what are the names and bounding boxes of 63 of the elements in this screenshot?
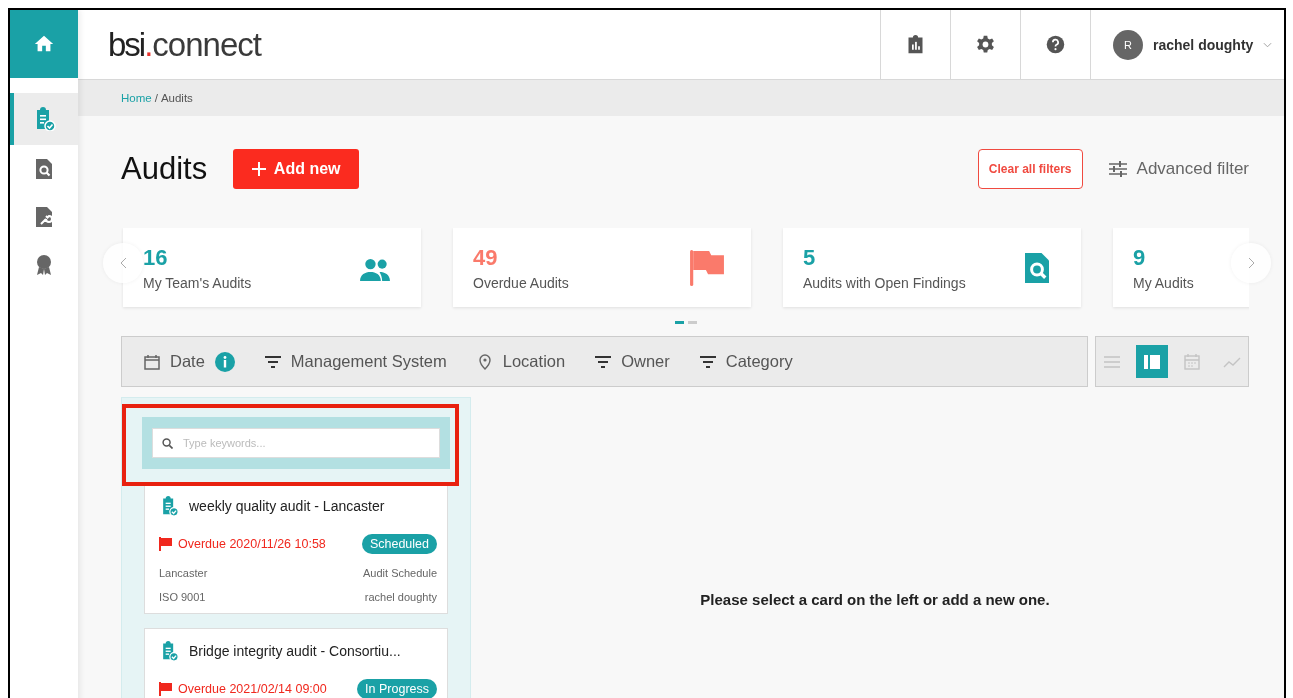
user-menu[interactable]: R rachel doughty xyxy=(1090,10,1284,79)
chevron-right-icon xyxy=(1247,257,1255,269)
due-date: Overdue 2020/11/26 10:58 xyxy=(159,537,326,551)
status-badge: In Progress xyxy=(357,679,437,698)
board-view-icon xyxy=(1143,352,1161,371)
stat-value: 5 xyxy=(803,244,817,271)
filter-dropdown[interactable]: Location xyxy=(476,352,566,371)
stat-card[interactable]: 16 My Team's Audits xyxy=(123,228,421,307)
calendar-icon xyxy=(144,353,160,370)
advanced-filter-button[interactable]: Advanced filter xyxy=(1108,159,1249,179)
audit-location: Lancaster xyxy=(159,567,208,579)
audit-owner: rachel doughty xyxy=(364,591,437,603)
due-date: Overdue 2021/02/14 09:00 xyxy=(159,682,327,696)
page-title: Audits xyxy=(121,151,208,187)
audit-standard: ISO 9001 xyxy=(159,591,206,603)
filter-dropdown[interactable]: Category xyxy=(699,352,793,371)
brand-logo: bsi.connect xyxy=(108,25,263,64)
add-new-button[interactable]: Add new xyxy=(233,149,360,189)
stat-label: Audits with Open Findings xyxy=(803,274,967,291)
audit-card[interactable]: weekly quality audit - Lancaster Overdue 2020/11/26 10:58 Scheduled Lancaster Audit Schedule ISO 9001 rachel doughty xyxy=(144,483,448,614)
filter-dropdown[interactable]: Date xyxy=(144,351,235,372)
info-icon xyxy=(214,351,235,372)
home-button[interactable] xyxy=(10,10,78,78)
location-pin-icon xyxy=(476,353,493,370)
stat-card[interactable]: 49 Overdue Audits xyxy=(453,228,751,307)
filter-icon xyxy=(699,353,716,370)
sliders-icon xyxy=(1108,161,1127,177)
audit-title: Bridge integrity audit - Consortiu... xyxy=(189,643,401,659)
audit-title: weekly quality audit - Lancaster xyxy=(189,498,385,514)
sidebar-item[interactable] xyxy=(10,93,78,145)
flag-icon xyxy=(159,537,173,551)
breadcrumb-current: Audits xyxy=(160,92,193,104)
empty-state-message: Please select a card on the left or add a new one. xyxy=(700,591,1050,610)
plus-icon xyxy=(251,162,266,176)
status-badge: Scheduled xyxy=(361,534,437,554)
stat-value: 16 xyxy=(143,244,169,271)
stat-label: My Audits xyxy=(1133,274,1195,291)
filter-dropdown[interactable]: Management System xyxy=(264,352,447,371)
stat-label: Overdue Audits xyxy=(473,274,570,291)
stat-label: My Team's Audits xyxy=(143,274,253,291)
calendar-icon xyxy=(1183,352,1201,371)
settings-icon xyxy=(975,34,996,55)
audit-type: Audit Schedule xyxy=(363,567,437,579)
audit-card[interactable]: Bridge integrity audit - Consortiu... Overdue 2021/02/14 09:00 In Progress xyxy=(144,628,448,698)
clear-filters-button[interactable]: Clear all filters xyxy=(977,149,1083,189)
user-name: rachel doughty xyxy=(1153,36,1254,53)
flag-icon xyxy=(159,682,173,696)
stat-card[interactable]: 9 My Audits xyxy=(1113,228,1249,307)
view-toggle[interactable] xyxy=(1136,345,1168,378)
filter-dropdown[interactable]: Owner xyxy=(595,352,670,371)
user-avatar: R xyxy=(1113,29,1143,60)
filter-icon xyxy=(264,353,281,370)
filter-icon xyxy=(595,353,612,370)
stat-value: 9 xyxy=(1133,244,1147,271)
breadcrumb-separator: / xyxy=(154,92,158,104)
help-icon xyxy=(1045,34,1066,55)
chevron-left-icon xyxy=(119,257,127,269)
flag-icon xyxy=(689,249,725,286)
search-field[interactable]: Type keywords... xyxy=(152,428,440,458)
stat-value: 49 xyxy=(473,244,499,271)
search-icon xyxy=(162,438,173,449)
stat-card[interactable]: 5 Audits with Open Findings xyxy=(783,228,1081,307)
chevron-down-icon xyxy=(1263,41,1273,48)
